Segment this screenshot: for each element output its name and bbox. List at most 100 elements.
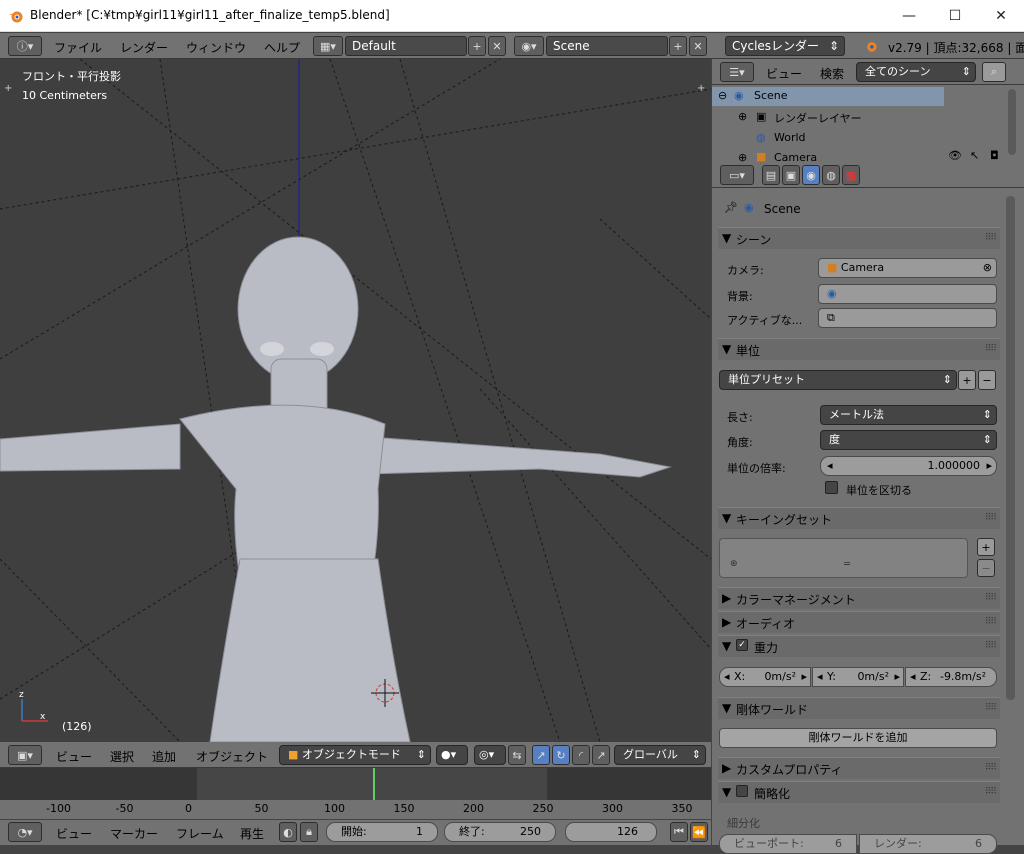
outliner-scrollbar[interactable]	[1008, 89, 1016, 155]
render-tab-icon[interactable]: ▤	[762, 165, 780, 185]
menu-help[interactable]: ヘルプ	[264, 39, 300, 56]
scene-tab-icon[interactable]: ◉	[802, 165, 820, 185]
collapse-icon[interactable]: ⊖	[718, 89, 727, 102]
keyframe-record-icon[interactable]: ◐	[279, 822, 297, 842]
expand-icon[interactable]: ⊕	[738, 110, 747, 123]
decrement-icon[interactable]: ◂	[827, 457, 833, 475]
scene-add-icon[interactable]: +	[669, 36, 687, 56]
menu-add[interactable]: 追加	[152, 748, 176, 765]
decrement-icon[interactable]: ◂	[724, 668, 730, 686]
layout-remove-icon[interactable]: ✕	[488, 36, 506, 56]
mode-select[interactable]: ■ オブジェクトモード ⇕	[279, 745, 431, 765]
menu-view[interactable]: ビュー	[56, 825, 92, 842]
drag-grip-icon[interactable]: ⠿⠿	[985, 344, 997, 354]
render-subdiv-field[interactable]: レンダー: 6	[859, 834, 997, 854]
start-frame-field[interactable]: 開始: 1	[326, 822, 438, 842]
pivot-select[interactable]: ◎▾	[474, 745, 506, 765]
layout-add-icon[interactable]: +	[468, 36, 486, 56]
end-frame-field[interactable]: 終了: 250	[444, 822, 556, 842]
panel-units[interactable]: ▼ 単位 ⠿⠿	[718, 338, 1000, 360]
layout-name-field[interactable]: Default	[345, 36, 467, 56]
panel-gravity[interactable]: ▼ ✓ 重力 ⠿⠿	[718, 635, 1000, 657]
drag-grip-icon[interactable]: ⠿⠿	[985, 763, 997, 773]
camera-field[interactable]: ■ Camera ⊗	[818, 258, 997, 278]
length-select[interactable]: メートル法 ⇕	[820, 405, 997, 425]
menu-window[interactable]: ウィンドウ	[186, 39, 246, 56]
gravity-y-field[interactable]: ◂ Y: 0m/s² ▸	[812, 667, 904, 687]
outliner-item-renderlayers[interactable]: レンダーレイヤー	[774, 110, 862, 126]
menu-object[interactable]: オブジェクト	[196, 748, 268, 765]
maximize-icon[interactable]: ☐	[932, 0, 978, 32]
drag-grip-icon[interactable]: ⠿⠿	[985, 787, 997, 797]
menu-view[interactable]: ビュー	[56, 748, 92, 765]
scene-name-field[interactable]: Scene	[546, 36, 668, 56]
world-tab-icon[interactable]: ◍	[822, 165, 840, 185]
menu-playback[interactable]: 再生	[240, 825, 264, 842]
close-icon[interactable]: ✕	[978, 0, 1024, 32]
panel-simplify[interactable]: ▼ 簡略化 ⠿⠿	[718, 781, 1000, 803]
increment-icon[interactable]: ▸	[986, 457, 992, 475]
add-rigid-world-button[interactable]: 剛体ワールドを追加	[719, 728, 997, 748]
visibility-eye-icon[interactable]: 👁︎	[948, 149, 962, 162]
jump-start-icon[interactable]: ⏮	[670, 822, 688, 842]
angle-select[interactable]: 度 ⇕	[820, 430, 997, 450]
orientation-select[interactable]: グローバル ⇕	[614, 745, 706, 765]
timeline[interactable]: -100 -50 0 50 100 150 200 250 300 350	[0, 768, 711, 819]
gravity-x-field[interactable]: ◂ X: 0m/s² ▸	[719, 667, 811, 687]
drag-grip-icon[interactable]: ⠿⠿	[985, 593, 997, 603]
list-resize-icon[interactable]: ═	[844, 559, 850, 570]
render-layers-tab-icon[interactable]: ▣	[782, 165, 800, 185]
scene-remove-icon[interactable]: ✕	[689, 36, 707, 56]
editor-type-properties-icon[interactable]: ▭▾	[720, 165, 754, 185]
keying-sets-list[interactable]: ⊕ ═	[719, 538, 968, 578]
gravity-checkbox[interactable]: ✓	[736, 639, 748, 651]
menu-select[interactable]: 選択	[110, 748, 134, 765]
rotate-icon[interactable]: ↻	[552, 745, 570, 765]
background-field[interactable]: ◉	[818, 284, 997, 304]
properties-toggle-icon[interactable]: +	[697, 83, 705, 94]
menu-frame[interactable]: フレーム	[176, 825, 224, 842]
editor-type-timeline-icon[interactable]: ◔▾	[8, 822, 42, 842]
increment-icon[interactable]: ▸	[894, 668, 900, 686]
panel-color-management[interactable]: ▶ カラーマネージメント ⠿⠿	[718, 587, 1000, 609]
editor-type-info-icon[interactable]: ⓘ▾	[8, 36, 42, 56]
menu-search[interactable]: 検索	[820, 65, 844, 82]
outliner-item-scene[interactable]: Scene	[754, 89, 788, 102]
active-clip-field[interactable]: ⧉	[818, 308, 997, 328]
unit-preset-select[interactable]: 単位プリセット ⇕	[719, 370, 957, 390]
current-frame-field[interactable]: 126	[565, 822, 657, 842]
transform-icon[interactable]: ↗	[592, 745, 610, 765]
manipulator-toggle-icon[interactable]: ⇆	[508, 745, 526, 765]
menu-file[interactable]: ファイル	[54, 39, 102, 56]
playhead-marker[interactable]	[373, 768, 375, 800]
outliner-item-world[interactable]: World	[774, 131, 806, 144]
list-filter-icon[interactable]: ⊕	[730, 559, 738, 569]
jump-prev-icon[interactable]: ⏪	[690, 822, 708, 842]
drag-grip-icon[interactable]: ⠿⠿	[985, 641, 997, 651]
scene-browse-icon[interactable]: ◉▾	[514, 36, 544, 56]
pin-icon[interactable]: 📌︎	[724, 201, 738, 214]
menu-view[interactable]: ビュー	[766, 65, 802, 82]
menu-marker[interactable]: マーカー	[110, 825, 158, 842]
editor-type-3d-icon[interactable]: ▣▾	[8, 745, 42, 765]
keying-remove-icon[interactable]: −	[977, 559, 995, 577]
preset-add-icon[interactable]: +	[958, 370, 976, 390]
decrement-icon[interactable]: ◂	[817, 668, 823, 686]
scale-icon[interactable]: ◜	[572, 745, 590, 765]
select-arrow-icon[interactable]: ↖	[970, 149, 979, 162]
shading-select[interactable]: ●▾	[436, 745, 468, 765]
editor-type-outliner-icon[interactable]: ☰▾	[720, 62, 754, 82]
viewport-subdiv-field[interactable]: ビューポート: 6	[719, 834, 857, 854]
properties-scrollbar[interactable]	[1006, 196, 1015, 700]
separate-units-checkbox[interactable]	[825, 481, 838, 494]
minimize-icon[interactable]: —	[886, 0, 932, 32]
simplify-checkbox[interactable]	[736, 785, 748, 797]
drag-grip-icon[interactable]: ⠿⠿	[985, 233, 997, 243]
layout-browse-icon[interactable]: ▦▾	[313, 36, 343, 56]
preset-remove-icon[interactable]: −	[978, 370, 996, 390]
decrement-icon[interactable]: ◂	[910, 668, 916, 686]
unit-scale-field[interactable]: ◂ 1.000000 ▸	[820, 456, 997, 476]
panel-scene[interactable]: ▼ シーン ⠿⠿	[718, 227, 1000, 249]
drag-grip-icon[interactable]: ⠿⠿	[985, 617, 997, 627]
toolshelf-toggle-icon[interactable]: +	[4, 83, 12, 94]
